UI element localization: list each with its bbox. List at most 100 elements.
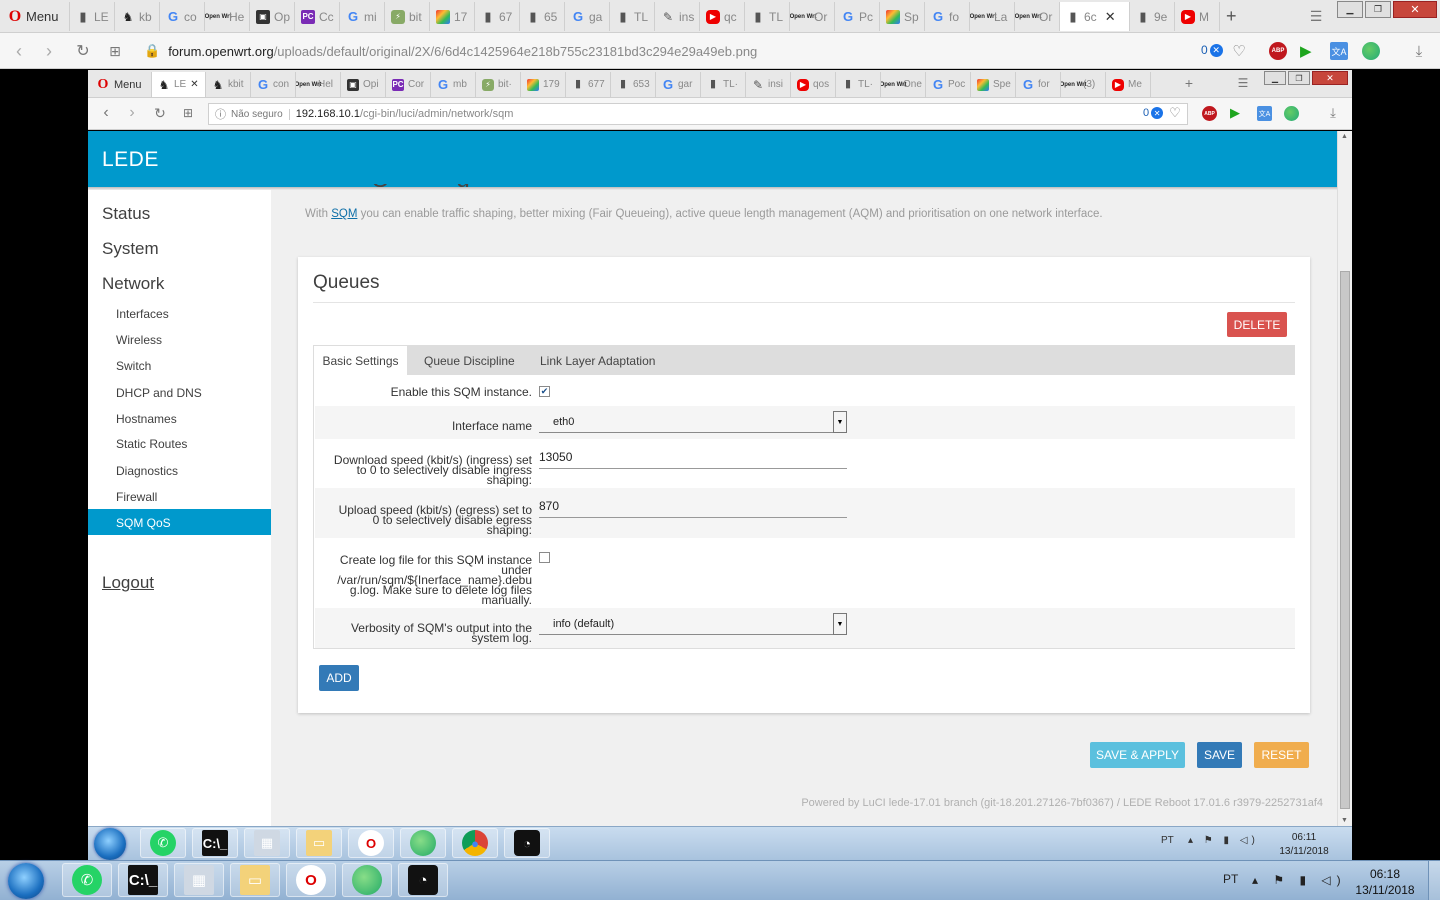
- inner-taskbar-button[interactable]: C:\_: [192, 828, 238, 858]
- inner-tab[interactable]: ♞ LE ✕: [152, 72, 206, 97]
- translate-extension-icon[interactable]: 文A: [1330, 42, 1348, 60]
- inner-tab[interactable]: Open Wrt (3): [1061, 72, 1106, 97]
- outer-tab[interactable]: ▶ M: [1175, 2, 1220, 31]
- inner-tab[interactable]: Open Wrt One: [881, 72, 926, 97]
- inner-speed-dial-icon[interactable]: ⊞: [178, 103, 198, 123]
- scroll-up-icon[interactable]: ▲: [1341, 133, 1348, 140]
- scroll-thumb[interactable]: [1340, 271, 1350, 809]
- show-desktop-button[interactable]: [1428, 861, 1440, 900]
- back-button[interactable]: ‹: [8, 40, 30, 62]
- taskbar-button[interactable]: O: [286, 863, 336, 897]
- outer-tab[interactable]: Sp: [880, 2, 925, 31]
- outer-tab[interactable]: ▶ qc: [700, 2, 745, 31]
- maximize-button[interactable]: ❐: [1365, 1, 1391, 18]
- outer-tracker-badge[interactable]: 0 ✕: [1201, 43, 1223, 57]
- inner-adblock-icon[interactable]: ABP: [1202, 106, 1217, 121]
- close-window-button[interactable]: ✕: [1393, 1, 1437, 18]
- inner-translate-extension-icon[interactable]: 文A: [1257, 106, 1272, 121]
- sidebar-item-dhcp-dns[interactable]: DHCP and DNS: [116, 386, 202, 400]
- inner-download-icon[interactable]: ⤓: [1324, 104, 1342, 122]
- inner-tab[interactable]: Gfor: [1016, 72, 1061, 97]
- inner-address-bar[interactable]: ⓘ Não seguro 192.168.10.1 /cgi-bin/luci/…: [208, 103, 1188, 125]
- new-tab-icon[interactable]: +: [1220, 2, 1243, 31]
- inner-tab[interactable]: Gmb: [431, 72, 476, 97]
- inner-taskbar-button[interactable]: ✆: [140, 828, 186, 858]
- outer-tab[interactable]: Open Wrt La: [970, 2, 1015, 31]
- inner-tab[interactable]: Ggar: [656, 72, 701, 97]
- log-file-checkbox[interactable]: [539, 552, 550, 563]
- outer-tab[interactable]: Gmi: [340, 2, 385, 31]
- inner-taskbar-button[interactable]: O: [348, 828, 394, 858]
- sidebar-logout[interactable]: Logout: [102, 573, 154, 593]
- outer-tab[interactable]: Gfo: [925, 2, 970, 31]
- sidebar-item-firewall[interactable]: Firewall: [116, 490, 157, 504]
- taskbar-button[interactable]: ✆: [62, 863, 112, 897]
- play-extension-icon[interactable]: ▶: [1300, 42, 1312, 60]
- inner-forward-button[interactable]: ›: [122, 103, 142, 123]
- inner-scrollbar[interactable]: ▲ ▼: [1337, 131, 1352, 826]
- inner-play-extension-icon[interactable]: ▶: [1230, 105, 1240, 121]
- outer-tab[interactable]: Gco: [160, 2, 205, 31]
- bookmark-heart-icon[interactable]: ♡: [1228, 40, 1250, 62]
- inner-tracker-badge[interactable]: 0 ✕: [1143, 107, 1164, 119]
- inner-new-tab-icon[interactable]: +: [1180, 74, 1198, 92]
- inner-tray-lang[interactable]: PT: [1161, 835, 1174, 846]
- globe-extension-icon[interactable]: [1362, 42, 1380, 60]
- outer-tab[interactable]: ▮ TL: [745, 2, 790, 31]
- reset-button[interactable]: RESET: [1254, 742, 1309, 768]
- inner-tab[interactable]: Gcon: [251, 72, 296, 97]
- speed-dial-icon[interactable]: ⊞: [104, 40, 126, 62]
- inner-tab[interactable]: ▮ TL·: [836, 72, 881, 97]
- verbosity-select[interactable]: info (default) ▼: [539, 613, 847, 635]
- outer-tab[interactable]: ▮ 6c ✕: [1060, 2, 1130, 31]
- sidebar-item-hostnames[interactable]: Hostnames: [116, 412, 177, 426]
- inner-globe-extension-icon[interactable]: [1284, 106, 1299, 121]
- outer-tab[interactable]: ▮ LE: [70, 2, 115, 31]
- adblock-icon[interactable]: ABP: [1269, 42, 1287, 60]
- lede-brand[interactable]: LEDE: [102, 148, 159, 172]
- inner-taskbar-button[interactable]: ▭: [296, 828, 342, 858]
- taskbar-button[interactable]: C:\_: [118, 863, 168, 897]
- inner-tab[interactable]: ⚡ bit·: [476, 72, 521, 97]
- sidebar-status[interactable]: Status: [102, 204, 150, 224]
- tray-icons[interactable]: ▴ ⚑ ▮ ◁): [1252, 873, 1347, 887]
- outer-tab[interactable]: ✎ ins: [655, 2, 700, 31]
- inner-taskbar-button[interactable]: [400, 828, 446, 858]
- inner-start-button[interactable]: [94, 828, 126, 860]
- inner-bookmark-heart-icon[interactable]: ♡: [1166, 104, 1184, 122]
- sqm-link[interactable]: SQM: [331, 208, 357, 220]
- clock[interactable]: 06:18 13/11/2018: [1350, 866, 1420, 898]
- outer-tab[interactable]: Open Wrt He: [205, 2, 250, 31]
- outer-tab[interactable]: ▮ TL: [610, 2, 655, 31]
- enable-checkbox[interactable]: ✔: [539, 386, 550, 397]
- close-tab-icon[interactable]: ✕: [1105, 9, 1116, 25]
- save-button[interactable]: SAVE: [1197, 742, 1242, 768]
- sidebar-item-static-routes[interactable]: Static Routes: [116, 437, 187, 451]
- inner-tab-menu-icon[interactable]: ☰: [1234, 74, 1252, 92]
- inner-tab[interactable]: ▶ Me: [1106, 72, 1151, 97]
- download-speed-input[interactable]: 13050: [539, 445, 847, 469]
- taskbar-button[interactable]: ▦: [174, 863, 224, 897]
- opera-menu-button[interactable]: O Menu: [0, 2, 70, 31]
- taskbar-button[interactable]: [342, 863, 392, 897]
- sidebar-item-switch[interactable]: Switch: [116, 359, 151, 373]
- inner-tab[interactable]: 179: [521, 72, 566, 97]
- inner-tab[interactable]: Spe: [971, 72, 1016, 97]
- inner-tab[interactable]: G Poc: [926, 72, 971, 97]
- inner-tab[interactable]: ▮ TL·: [701, 72, 746, 97]
- inner-maximize-button[interactable]: ❐: [1288, 71, 1310, 85]
- outer-tab[interactable]: ▣ Op: [250, 2, 295, 31]
- outer-tab[interactable]: ⚡ bit: [385, 2, 430, 31]
- sidebar-system[interactable]: System: [102, 239, 159, 259]
- upload-speed-input[interactable]: 870: [539, 494, 847, 518]
- scroll-down-icon[interactable]: ▼: [1341, 817, 1348, 824]
- taskbar-button[interactable]: ◔: [398, 863, 448, 897]
- outer-tab[interactable]: Open Wrt Or: [1015, 2, 1060, 31]
- sidebar-item-wireless[interactable]: Wireless: [116, 333, 162, 347]
- inner-taskbar-button[interactable]: ▦: [244, 828, 290, 858]
- inner-taskbar-button[interactable]: ●: [452, 828, 498, 858]
- save-apply-button[interactable]: SAVE & APPLY: [1090, 742, 1185, 768]
- inner-tab[interactable]: ▣ Opi: [341, 72, 386, 97]
- forward-button[interactable]: ›: [38, 40, 60, 62]
- minimize-button[interactable]: ▁: [1337, 1, 1363, 18]
